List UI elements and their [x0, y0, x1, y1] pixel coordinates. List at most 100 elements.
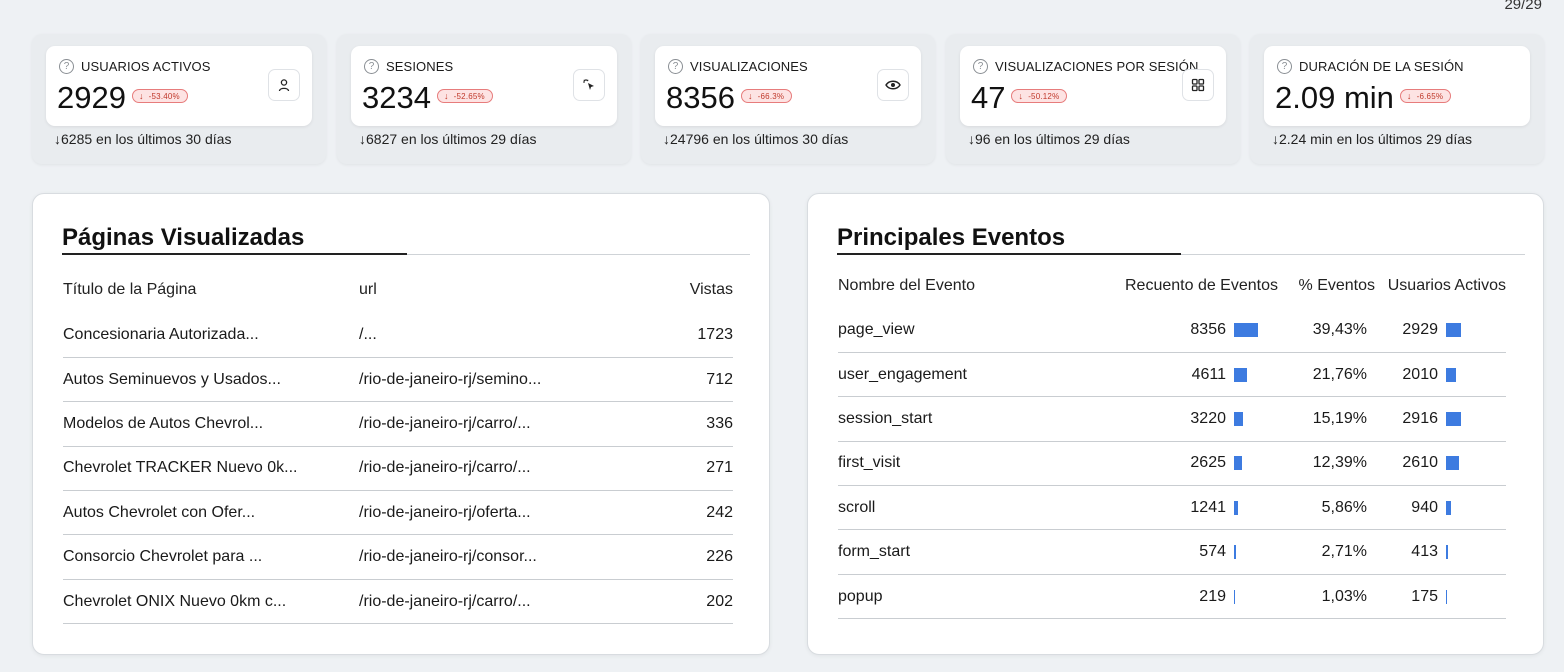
kpi-label: USUARIOS ACTIVOS	[81, 59, 211, 74]
page-views-cell: 712	[613, 357, 733, 403]
table-row[interactable]: first_visit 2625 12,39% 2610	[838, 441, 1506, 487]
event-name-cell: session_start	[838, 396, 1114, 442]
table-row[interactable]: Concesionaria Autorizada.../... 1723	[63, 313, 733, 358]
active-users-bar	[1446, 411, 1461, 426]
table-row[interactable]: Autos Chevrolet con Ofer.../rio-de-janei…	[63, 490, 733, 536]
event-name-cell: page_view	[838, 308, 1114, 353]
kpi-inner: ? USUARIOS ACTIVOS 2929 ↓ -53.40%	[46, 46, 312, 126]
table-row[interactable]: page_view 8356 39,43% 2929	[838, 308, 1506, 353]
event-count-bar	[1234, 500, 1238, 515]
kpi-value-text: 8356	[666, 80, 735, 115]
user-icon[interactable]	[268, 69, 300, 101]
grid-icon[interactable]	[1182, 69, 1214, 101]
table-row[interactable]: scroll 1241 5,86% 940	[838, 485, 1506, 531]
active-users-cell: 2610	[1375, 441, 1506, 487]
table-row[interactable]: Autos Seminuevos y Usados.../rio-de-jane…	[63, 357, 733, 403]
title-underline	[837, 253, 1181, 255]
pages-panel-title: Páginas Visualizadas	[62, 224, 305, 251]
page-url-cell: /rio-de-janeiro-rj/carro/...	[359, 401, 613, 447]
event-count-cell: 2625	[1114, 441, 1278, 487]
active-users-text: 413	[1411, 543, 1438, 561]
event-pct-cell: 15,19%	[1278, 396, 1375, 442]
event-count-text: 574	[1199, 543, 1226, 561]
table-header-row: Título de la Página url Vistas	[63, 267, 733, 313]
kpi-value-text: 47	[971, 80, 1006, 115]
down-arrow-icon: ↓	[138, 90, 144, 101]
cursor-click-icon[interactable]	[573, 69, 605, 101]
change-badge: ↓ -6.65%	[1399, 88, 1452, 103]
kpi-card-visualizaciones: ? VISUALIZACIONES 8356 ↓ -66.3% ↓24796 en …	[641, 34, 935, 164]
change-text: -50.12%	[1028, 91, 1060, 101]
active-users-cell: 2929	[1375, 308, 1506, 353]
down-arrow-icon: ↓	[443, 90, 449, 101]
table-header-row: Nombre del Evento Recuento de Eventos % …	[838, 264, 1506, 308]
table-row[interactable]: user_engagement 4611 21,76% 2010	[838, 352, 1506, 398]
table-row[interactable]: Chevrolet ONIX Nuevo 0km c.../rio-de-jan…	[63, 579, 733, 625]
kpi-inner: ? VISUALIZACIONES POR SESIÓN 47 ↓ -50.12%	[960, 46, 1226, 126]
event-pct-cell: 12,39%	[1278, 441, 1375, 487]
page-url-cell: /...	[359, 313, 613, 358]
help-icon[interactable]: ?	[668, 59, 683, 74]
down-arrow-icon: ↓	[1018, 90, 1024, 101]
event-name-cell: scroll	[838, 485, 1114, 531]
kpi-inner: ? DURACIÓN DE LA SESIÓN 2.09 min ↓ -6.65%	[1264, 46, 1530, 126]
active-users-bar	[1446, 545, 1448, 560]
change-text: -66.3%	[757, 91, 785, 101]
change-badge: ↓ -52.65%	[436, 88, 493, 103]
kpi-footer: ↓24796 en los últimos 30 días	[663, 131, 849, 147]
events-panel-title: Principales Eventos	[837, 224, 1066, 251]
active-users-text: 2610	[1402, 454, 1438, 472]
table-row[interactable]: session_start 3220 15,19% 2916	[838, 396, 1506, 442]
page-url-cell: /rio-de-janeiro-rj/carro/...	[359, 446, 613, 492]
event-count-text: 219	[1199, 587, 1226, 605]
event-name-cell: first_visit	[838, 441, 1114, 487]
table-row[interactable]: Chevrolet TRACKER Nuevo 0k.../rio-de-jan…	[63, 446, 733, 492]
event-count-bar	[1234, 545, 1236, 560]
table-row[interactable]: form_start 574 2,71% 413	[838, 529, 1506, 575]
page-views-cell: 1723	[613, 313, 733, 358]
active-users-cell: 2010	[1375, 352, 1506, 398]
column-header-title[interactable]: Título de la Página	[63, 267, 359, 313]
page-title-cell: Chevrolet TRACKER Nuevo 0k...	[63, 446, 359, 492]
page-views-cell: 271	[613, 446, 733, 492]
event-name-cell: user_engagement	[838, 352, 1114, 398]
pages-panel: Páginas Visualizadas Título de la Página…	[32, 193, 770, 655]
page-views-cell: 336	[613, 401, 733, 447]
help-icon[interactable]: ?	[364, 59, 379, 74]
help-icon[interactable]: ?	[1277, 59, 1292, 74]
kpi-value-text: 2929	[57, 80, 126, 115]
column-header-url[interactable]: url	[359, 267, 613, 313]
table-row[interactable]: Consorcio Chevrolet para .../rio-de-jane…	[63, 534, 733, 580]
event-count-cell: 219	[1114, 574, 1278, 620]
help-icon[interactable]: ?	[59, 59, 74, 74]
kpi-label: SESIONES	[386, 59, 454, 74]
active-users-bar	[1446, 456, 1459, 471]
kpi-card-duracion-sesion: ? DURACIÓN DE LA SESIÓN 2.09 min ↓ -6.65% …	[1250, 34, 1544, 164]
eye-icon[interactable]	[877, 69, 909, 101]
kpi-footer: ↓2.24 min en los últimos 29 días	[1272, 131, 1472, 147]
page-title-cell: Modelos de Autos Chevrol...	[63, 401, 359, 447]
kpi-value: 2929 ↓ -53.40%	[57, 80, 188, 116]
column-header-event-name[interactable]: Nombre del Evento	[838, 264, 1114, 308]
kpi-value-text: 3234	[362, 80, 431, 115]
kpi-value: 3234 ↓ -52.65%	[362, 80, 493, 116]
change-badge: ↓ -53.40%	[131, 88, 188, 103]
page-url-cell: /rio-de-janeiro-rj/carro/...	[359, 579, 613, 625]
table-row[interactable]: popup 219 1,03% 175	[838, 574, 1506, 620]
column-header-event-pct[interactable]: % Eventos	[1278, 264, 1375, 308]
column-header-event-count[interactable]: Recuento de Eventos	[1114, 264, 1278, 308]
help-icon[interactable]: ?	[973, 59, 988, 74]
kpi-value-text: 2.09 min	[1275, 80, 1394, 115]
active-users-cell: 2916	[1375, 396, 1506, 442]
kpi-label: VISUALIZACIONES	[690, 59, 808, 74]
events-table: Nombre del Evento Recuento de Eventos % …	[838, 264, 1506, 620]
kpi-footer: ↓6827 en los últimos 29 días	[359, 131, 537, 147]
column-header-active-users[interactable]: Usuarios Activos	[1375, 264, 1506, 308]
active-users-text: 2010	[1402, 365, 1438, 383]
event-pct-cell: 5,86%	[1278, 485, 1375, 531]
change-badge: ↓ -50.12%	[1011, 88, 1068, 103]
event-pct-cell: 1,03%	[1278, 574, 1375, 620]
table-row[interactable]: Modelos de Autos Chevrol.../rio-de-janei…	[63, 401, 733, 447]
column-header-views[interactable]: Vistas	[613, 267, 733, 313]
pages-table: Título de la Página url Vistas Concesion…	[63, 267, 733, 625]
